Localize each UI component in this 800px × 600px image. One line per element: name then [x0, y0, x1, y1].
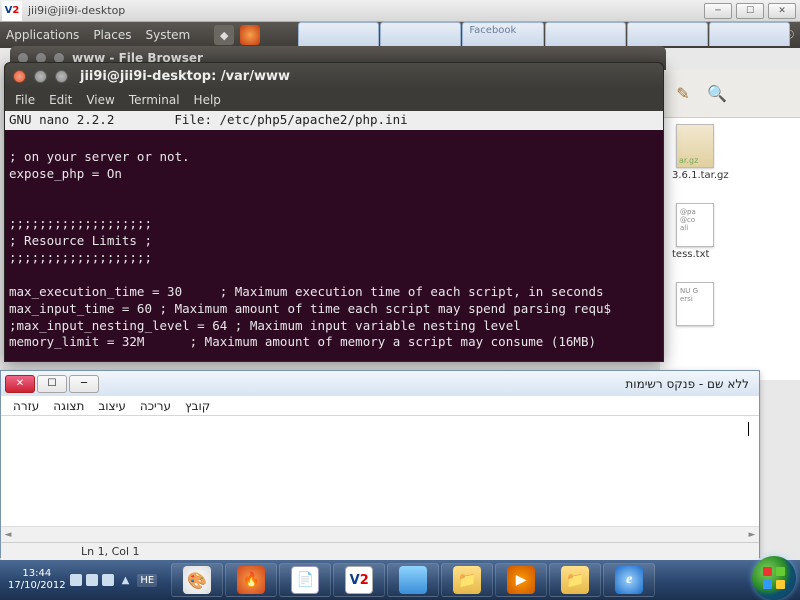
notepad-window: ✕ ☐ ─ ללא שם - פנקס רשימות קובץ עריכה עי…: [0, 370, 760, 558]
vnc-icon: V2: [345, 566, 373, 594]
window-minimize-button[interactable]: [34, 70, 47, 83]
window-maximize-button[interactable]: [55, 70, 68, 83]
vnc-title-bar: V2 jii9i@jii9i-desktop ─ ☐ ✕: [0, 0, 800, 22]
vnc-window-title: jii9i@jii9i-desktop: [28, 4, 125, 17]
nano-header: GNU nano 2.2.2 File: /etc/php5/apache2/p…: [5, 111, 663, 130]
notepad-titlebar[interactable]: ✕ ☐ ─ ללא שם - פנקס רשימות: [1, 370, 759, 396]
notepad-close-button[interactable]: ✕: [5, 375, 35, 393]
text-file-icon: @pa @co ali: [676, 203, 714, 247]
notepad-menubar: קובץ עריכה עיצוב תצוגה עזרה: [1, 396, 759, 416]
file-browser-window: ✎ 🔍 ar.gz 3.6.1.tar.gz @pa @co ali tess.…: [660, 70, 800, 380]
taskbar-mediaplayer-button[interactable]: [495, 563, 547, 597]
taskbar-explorer-button[interactable]: [441, 563, 493, 597]
text-file-icon: NU G ersi: [676, 282, 714, 326]
browser-tab[interactable]: [545, 22, 626, 46]
tray-icon[interactable]: [102, 574, 114, 586]
taskbar-explorer-button[interactable]: [549, 563, 601, 597]
nano-version: GNU nano 2.2.2: [9, 112, 114, 129]
notepad-maximize-button[interactable]: ☐: [37, 375, 67, 393]
tray-icon[interactable]: [70, 574, 82, 586]
taskbar-firefox-button[interactable]: [225, 563, 277, 597]
taskbar-notepad-button[interactable]: [279, 563, 331, 597]
menu-help[interactable]: עזרה: [13, 399, 39, 413]
terminal-titlebar[interactable]: jii9i@jii9i-desktop: /var/www: [5, 63, 663, 89]
vnc-logo-icon: V2: [2, 1, 22, 21]
scroll-right-arrow-icon[interactable]: ►: [745, 530, 759, 540]
background-browser-tabs: Facebook: [298, 22, 790, 46]
system-tray: 13:44 17/10/2012 ▲ HE: [0, 568, 165, 592]
notepad-text-area[interactable]: [1, 416, 759, 526]
taskbar-vnc-button[interactable]: V2: [333, 563, 385, 597]
panel-launcher-icon[interactable]: ◆: [214, 25, 234, 45]
taskbar-clock[interactable]: 13:44 17/10/2012: [8, 568, 66, 592]
windows-logo-icon: [763, 567, 785, 589]
windows-taskbar: 13:44 17/10/2012 ▲ HE V2: [0, 560, 800, 600]
folder-icon: [561, 566, 589, 594]
menu-terminal[interactable]: Terminal: [129, 93, 180, 107]
terminal-body[interactable]: GNU nano 2.2.2 File: /etc/php5/apache2/p…: [5, 111, 663, 361]
file-label: tess.txt: [672, 249, 709, 260]
panel-menu-applications[interactable]: Applications: [6, 28, 79, 42]
terminal-text-content[interactable]: ; on your server or not. expose_php = On…: [5, 130, 663, 353]
taskbar-paint-button[interactable]: [171, 563, 223, 597]
menu-edit[interactable]: עריכה: [140, 399, 171, 413]
file-label: 3.6.1.tar.gz: [672, 170, 729, 181]
notepad-icon: [291, 566, 319, 594]
notepad-title: ללא שם - פנקס רשימות: [625, 377, 749, 391]
notepad-horizontal-scrollbar[interactable]: ◄ ►: [1, 526, 759, 542]
panel-menu-places[interactable]: Places: [93, 28, 131, 42]
menu-edit[interactable]: Edit: [49, 93, 72, 107]
file-item[interactable]: ar.gz 3.6.1.tar.gz: [666, 124, 786, 181]
menu-view[interactable]: תצוגה: [53, 399, 84, 413]
tray-overflow-icon[interactable]: ▲: [122, 575, 130, 586]
archive-file-icon: ar.gz: [676, 124, 714, 168]
file-browser-toolbar: ✎ 🔍: [660, 70, 800, 118]
language-indicator[interactable]: HE: [137, 574, 157, 587]
scroll-left-arrow-icon[interactable]: ◄: [1, 530, 15, 540]
menu-format[interactable]: עיצוב: [98, 399, 126, 413]
terminal-window: jii9i@jii9i-desktop: /var/www File Edit …: [4, 62, 664, 362]
firefox-icon: [237, 566, 265, 594]
panel-menu-system[interactable]: System: [145, 28, 190, 42]
notepad-statusbar: Ln 1, Col 1: [1, 542, 759, 560]
vnc-minimize-button[interactable]: ─: [704, 3, 732, 19]
menu-help[interactable]: Help: [194, 93, 221, 107]
search-icon[interactable]: 🔍: [706, 83, 728, 105]
window-icon: [399, 566, 427, 594]
menu-view[interactable]: View: [86, 93, 114, 107]
edit-icon[interactable]: ✎: [672, 83, 694, 105]
browser-tab[interactable]: [709, 22, 790, 46]
vnc-maximize-button[interactable]: ☐: [736, 3, 764, 19]
tray-icon[interactable]: [86, 574, 98, 586]
browser-tab[interactable]: [627, 22, 708, 46]
file-item[interactable]: NU G ersi: [666, 282, 786, 326]
folder-icon: [453, 566, 481, 594]
internet-explorer-icon: [615, 566, 643, 594]
paint-icon: [183, 566, 211, 594]
vnc-close-button[interactable]: ✕: [768, 3, 796, 19]
browser-tab[interactable]: [298, 22, 379, 46]
taskbar-buttons: V2: [171, 563, 655, 597]
browser-tab[interactable]: Facebook: [462, 22, 543, 46]
terminal-title: jii9i@jii9i-desktop: /var/www: [80, 69, 290, 84]
text-cursor: [748, 422, 749, 436]
notepad-cursor-position: Ln 1, Col 1: [81, 545, 140, 558]
browser-tab[interactable]: [380, 22, 461, 46]
notepad-minimize-button[interactable]: ─: [69, 375, 99, 393]
taskbar-window-button[interactable]: [387, 563, 439, 597]
menu-file[interactable]: קובץ: [185, 399, 210, 413]
panel-firefox-icon[interactable]: [240, 25, 260, 45]
window-close-button[interactable]: [13, 70, 26, 83]
terminal-menubar: File Edit View Terminal Help: [5, 89, 663, 111]
nano-file-label: File: /etc/php5/apache2/php.ini: [174, 112, 407, 129]
taskbar-ie-button[interactable]: [603, 563, 655, 597]
file-item[interactable]: @pa @co ali tess.txt: [666, 203, 786, 260]
start-button[interactable]: [752, 556, 796, 600]
media-player-icon: [507, 566, 535, 594]
menu-file[interactable]: File: [15, 93, 35, 107]
